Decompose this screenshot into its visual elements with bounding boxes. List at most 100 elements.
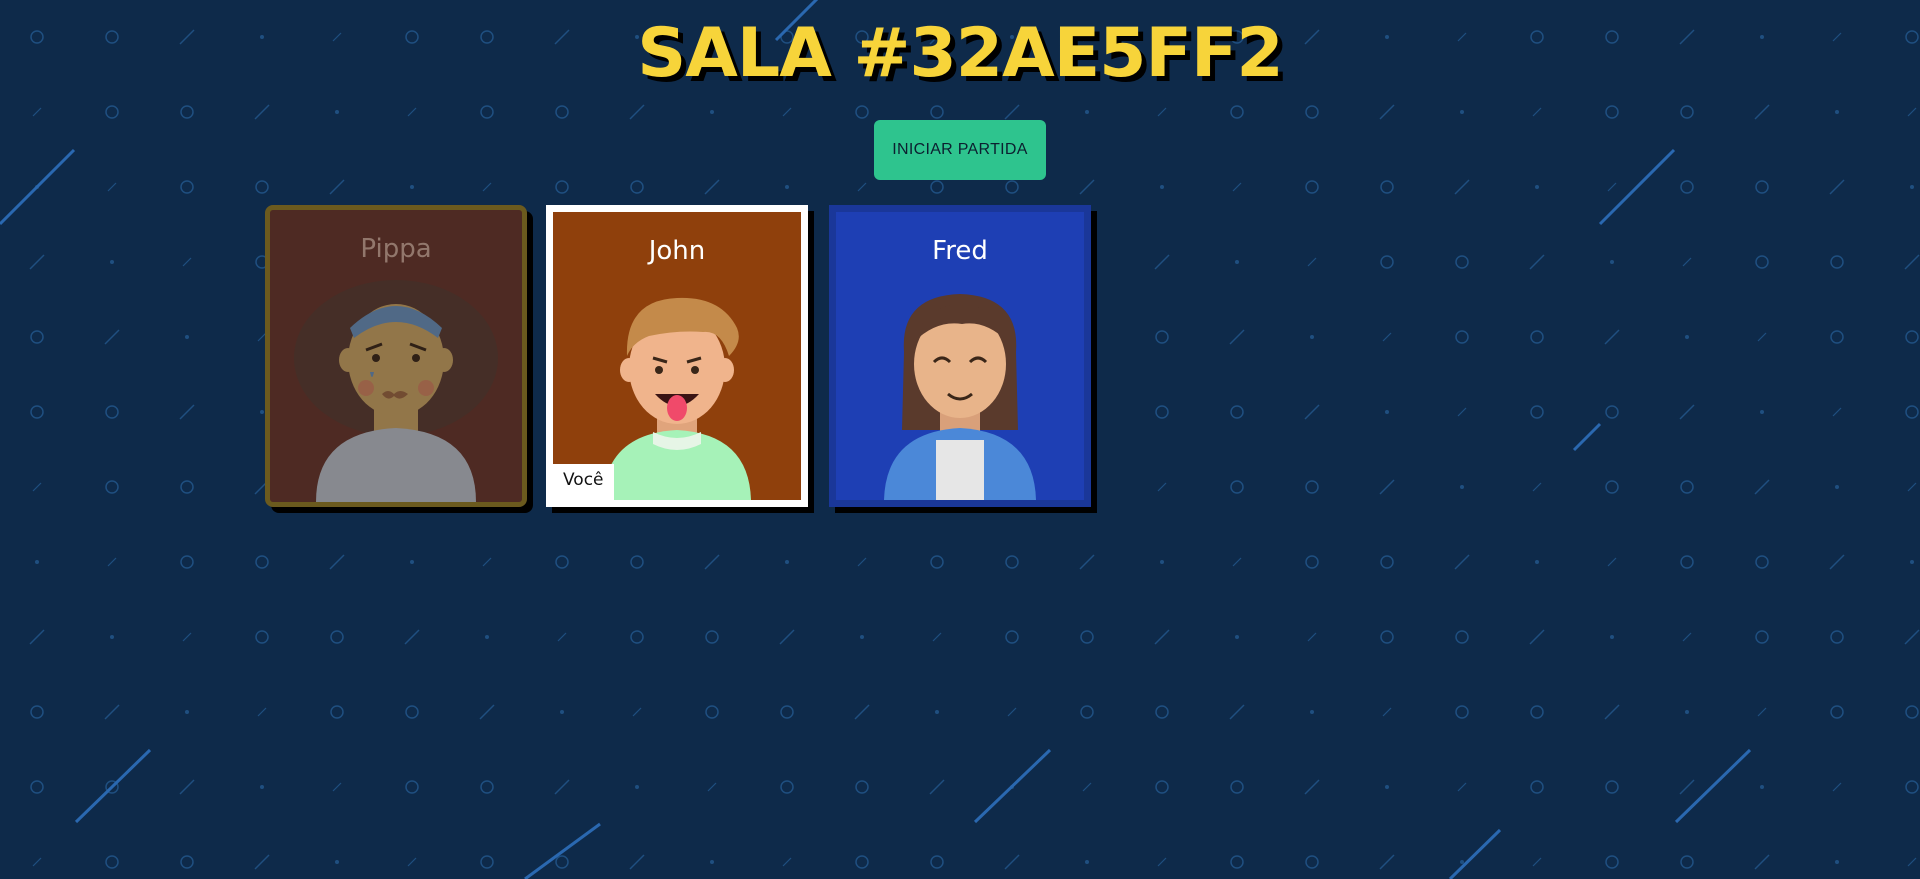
background-shape: [1230, 480, 1244, 494]
background-shape: [1157, 857, 1167, 867]
player-card-pippa[interactable]: Pippa: [265, 205, 527, 507]
background-shape: [1230, 105, 1244, 119]
background-streak: [0, 148, 76, 226]
background-shape: [1160, 560, 1164, 564]
background-shape: [1605, 855, 1619, 869]
background-shape: [855, 780, 869, 794]
background-shape: [1455, 705, 1469, 719]
background-shape: [1005, 180, 1019, 194]
background-shape: [1160, 185, 1164, 189]
background-shape: [1760, 410, 1764, 414]
background-shape: [180, 480, 194, 494]
background-shape: [332, 782, 342, 792]
background-shape: [1235, 635, 1239, 639]
background-shape: [1082, 782, 1092, 792]
background-shape: [1155, 780, 1169, 794]
background-shape: [1304, 404, 1320, 420]
background-shape: [782, 857, 792, 867]
background-shape: [330, 630, 344, 644]
page-title: SALA #32AE5FF2: [637, 14, 1283, 93]
background-shape: [1529, 629, 1545, 645]
background-shape: [1080, 630, 1094, 644]
background-shape: [110, 260, 114, 264]
background-shape: [1005, 555, 1019, 569]
background-shape: [405, 780, 419, 794]
background-shape: [1532, 482, 1542, 492]
background-shape: [1305, 105, 1319, 119]
background-shape: [1829, 554, 1845, 570]
background-shape: [1829, 179, 1845, 195]
background-shape: [480, 855, 494, 869]
background-shape: [785, 185, 789, 189]
background-shape: [1157, 482, 1167, 492]
background-shape: [1085, 860, 1089, 864]
background-shape: [1835, 485, 1839, 489]
background-shape: [1380, 555, 1394, 569]
background-shape: [1830, 630, 1844, 644]
background-shape: [1310, 710, 1314, 714]
background-shape: [1307, 257, 1317, 267]
background-shape: [1460, 110, 1464, 114]
background-shape: [1907, 857, 1917, 867]
start-match-button[interactable]: INICIAR PARTIDA: [874, 120, 1046, 180]
background-shape: [705, 630, 719, 644]
background-shape: [1305, 180, 1319, 194]
background-shape: [1304, 779, 1320, 795]
background-shape: [1005, 630, 1019, 644]
background-shape: [1910, 560, 1914, 564]
player-card-fred[interactable]: Fred: [829, 205, 1091, 507]
background-streak: [74, 748, 152, 824]
background-shape: [29, 254, 45, 270]
background-shape: [1905, 405, 1919, 419]
background-shape: [1455, 255, 1469, 269]
background-shape: [1532, 107, 1542, 117]
background-shape: [930, 855, 944, 869]
background-shape: [705, 705, 719, 719]
background-shape: [630, 630, 644, 644]
background-shape: [32, 107, 42, 117]
background-shape: [779, 629, 795, 645]
background-shape: [1454, 554, 1470, 570]
background-shape: [857, 557, 867, 567]
background-shape: [1755, 255, 1769, 269]
background-shape: [629, 104, 645, 120]
background-shape: [930, 555, 944, 569]
background-shape: [555, 180, 569, 194]
background-shape: [1382, 707, 1392, 717]
background-shape: [335, 860, 339, 864]
background-shape: [704, 179, 720, 195]
background-shape: [1379, 854, 1395, 870]
background-shape: [29, 629, 45, 645]
background-shape: [405, 705, 419, 719]
background-shape: [1535, 185, 1539, 189]
background-shape: [107, 557, 117, 567]
background-shape: [1455, 630, 1469, 644]
background-shape: [1685, 710, 1689, 714]
background-shape: [1004, 104, 1020, 120]
background-shape: [1380, 255, 1394, 269]
background-shape: [30, 330, 44, 344]
background-shape: [1380, 180, 1394, 194]
background-shape: [1385, 410, 1389, 414]
player-card-john[interactable]: John Você: [546, 205, 808, 507]
background-shape: [1230, 780, 1244, 794]
background-shape: [1905, 780, 1919, 794]
background-shape: [1007, 707, 1017, 717]
background-shape: [1830, 255, 1844, 269]
background-shape: [1680, 855, 1694, 869]
background-shape: [255, 180, 269, 194]
background-shape: [260, 410, 264, 414]
background-shape: [557, 632, 567, 642]
background-shape: [110, 635, 114, 639]
background-shape: [180, 555, 194, 569]
background-shape: [1607, 182, 1617, 192]
background-shape: [1529, 254, 1545, 270]
background-shape: [1380, 630, 1394, 644]
background-shape: [1755, 630, 1769, 644]
background-shape: [179, 404, 195, 420]
background-shape: [104, 329, 120, 345]
background-shape: [860, 635, 864, 639]
background-shape: [1155, 330, 1169, 344]
background-shape: [1757, 332, 1767, 342]
background-shape: [555, 855, 569, 869]
